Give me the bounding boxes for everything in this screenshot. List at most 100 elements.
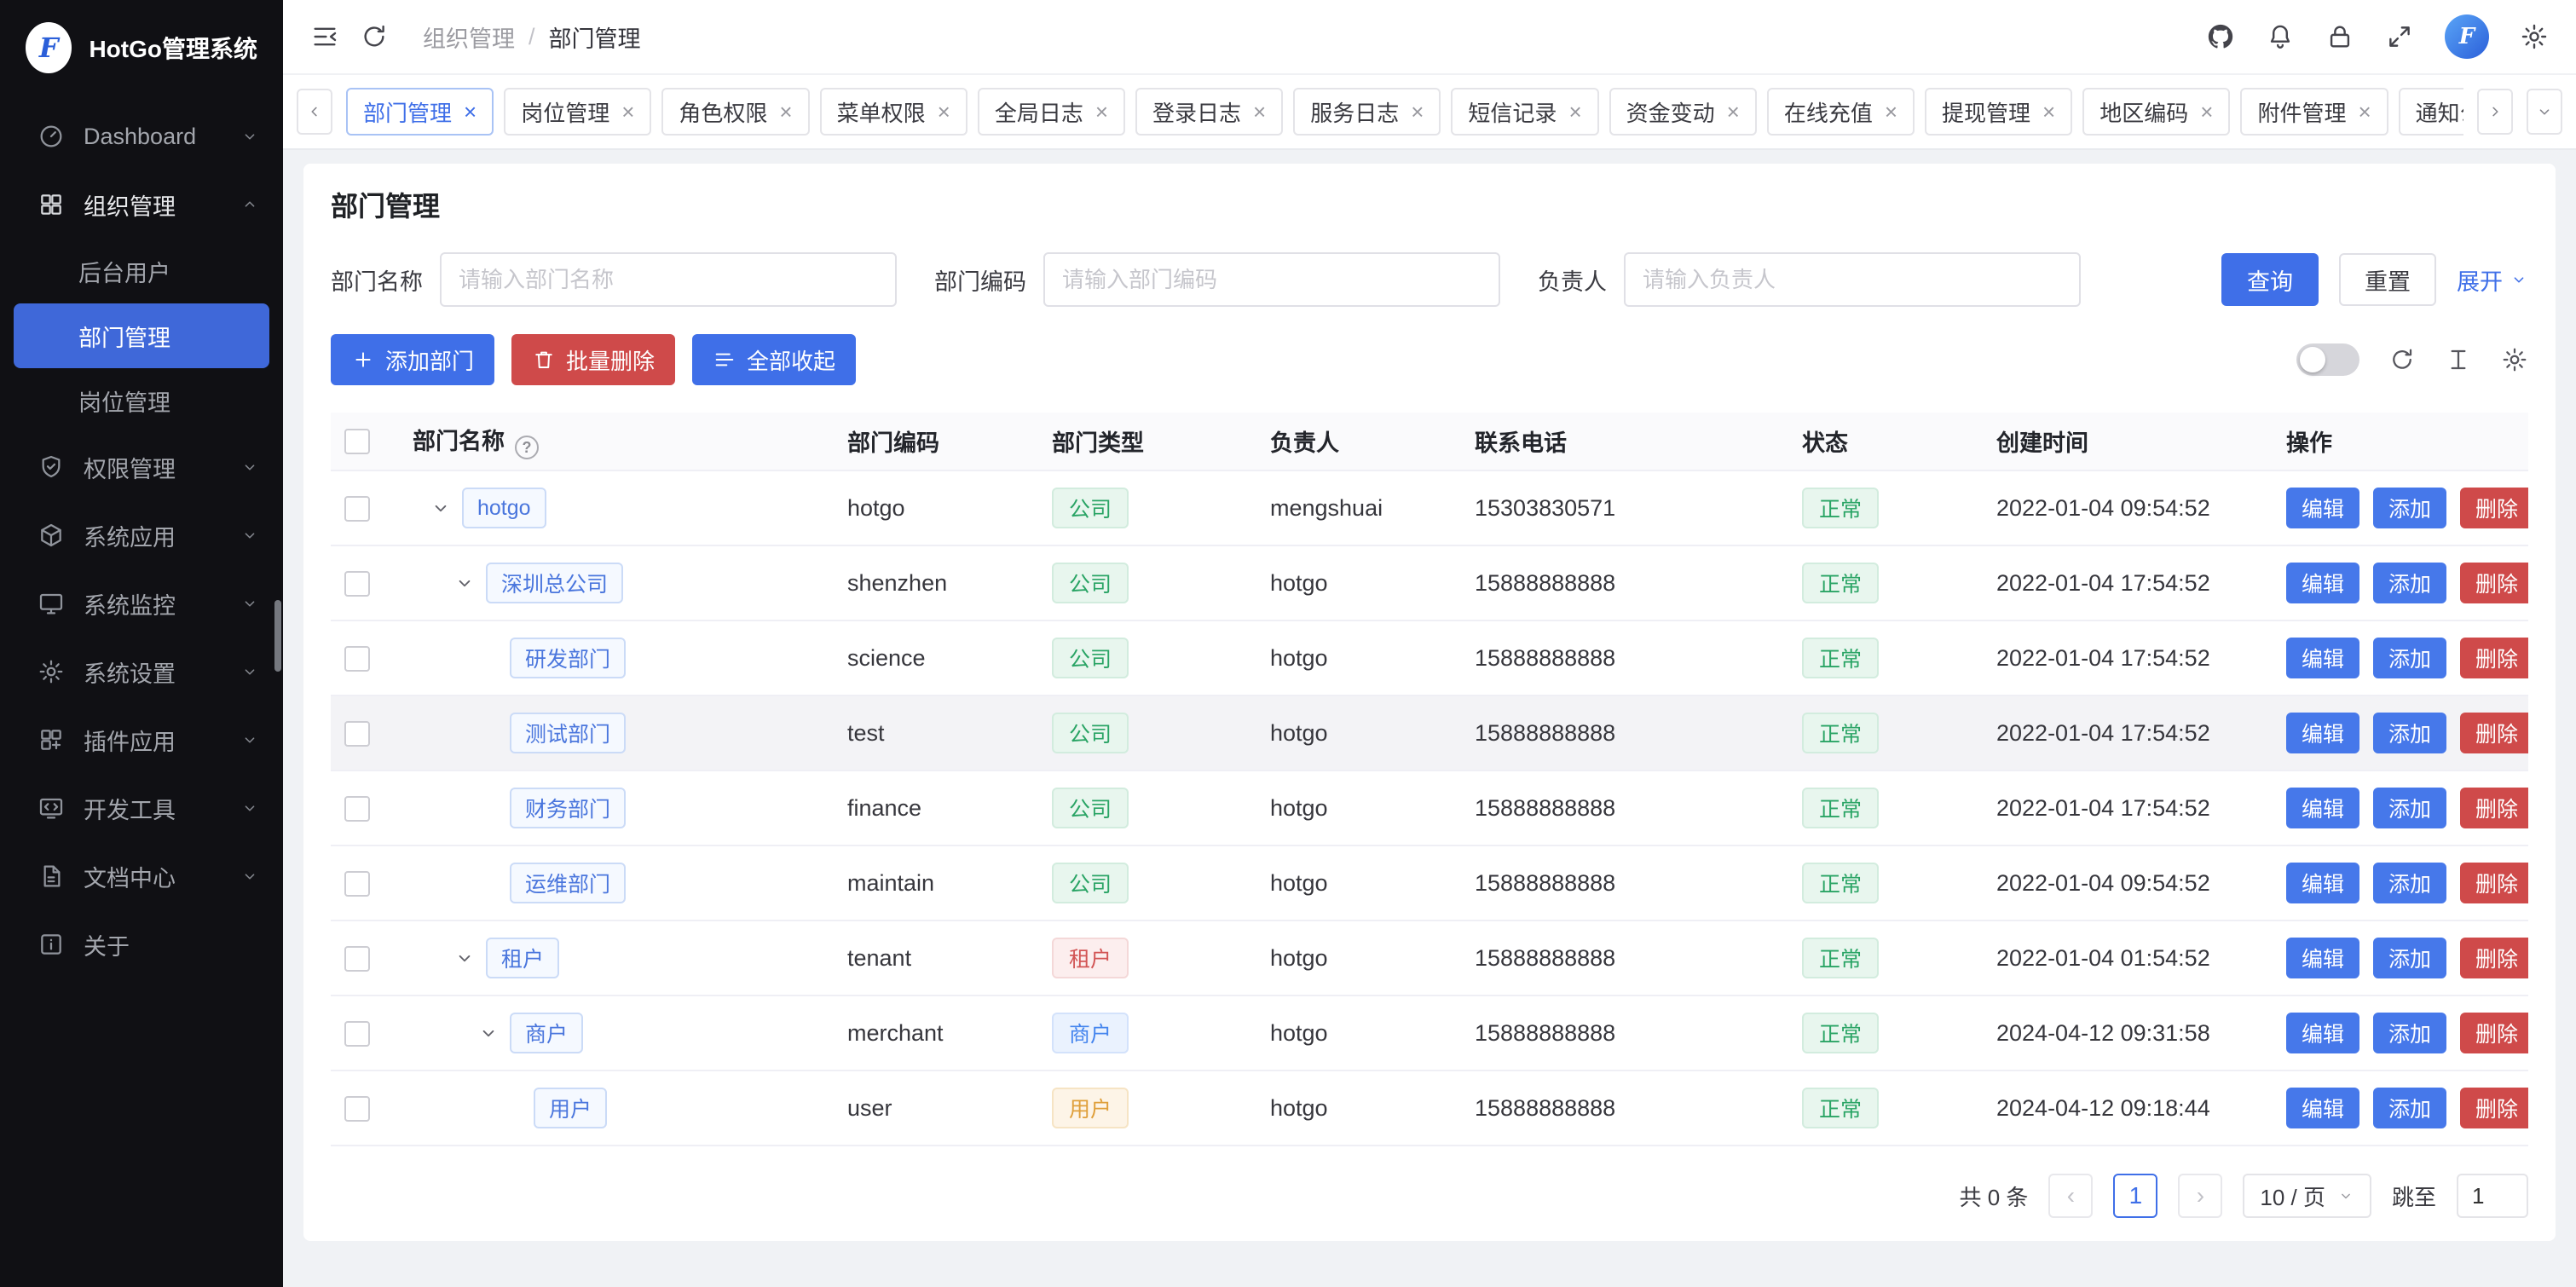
sidebar-item-permission[interactable]: 权限管理 <box>0 433 283 501</box>
tabs-scroll-right-button[interactable] <box>2477 89 2513 135</box>
query-button[interactable]: 查询 <box>2221 253 2319 306</box>
bell-icon[interactable] <box>2266 22 2295 51</box>
add-row-button[interactable]: 添加 <box>2373 638 2446 678</box>
tab-close-icon[interactable]: × <box>1885 101 1897 123</box>
dept-name-tag[interactable]: 财务部门 <box>510 788 626 828</box>
edit-row-button[interactable]: 编辑 <box>2286 1013 2359 1053</box>
sidebar-item-system-app[interactable]: 系统应用 <box>0 501 283 569</box>
current-page-button[interactable]: 1 <box>2113 1174 2157 1218</box>
table-row-science[interactable]: 研发部门 science 公司 hotgo 15888888888 正常 202… <box>331 620 2528 695</box>
prev-page-button[interactable]: ‹ <box>2048 1174 2093 1218</box>
row-checkbox[interactable] <box>344 796 370 822</box>
add-row-button[interactable]: 添加 <box>2373 863 2446 903</box>
tab-close-icon[interactable]: × <box>779 101 792 123</box>
add-row-button[interactable]: 添加 <box>2373 713 2446 753</box>
reload-table-icon[interactable] <box>2388 346 2416 373</box>
add-row-button[interactable]: 添加 <box>2373 1088 2446 1128</box>
dept-name-tag[interactable]: 测试部门 <box>510 713 626 753</box>
tab-8[interactable]: 资金变动 × <box>1609 88 1757 136</box>
table-row-finance[interactable]: 财务部门 finance 公司 hotgo 15888888888 正常 202… <box>331 770 2528 845</box>
tab-close-icon[interactable]: × <box>2358 101 2371 123</box>
edit-row-button[interactable]: 编辑 <box>2286 863 2359 903</box>
delete-row-button[interactable]: 删除 <box>2460 713 2528 753</box>
sidebar-item-dev-tools[interactable]: 开发工具 <box>0 774 283 842</box>
sidebar-item-about[interactable]: 关于 <box>0 910 283 978</box>
reset-button[interactable]: 重置 <box>2339 253 2436 306</box>
delete-row-button[interactable]: 删除 <box>2460 488 2528 528</box>
tab-11[interactable]: 地区编码 × <box>2082 88 2230 136</box>
row-checkbox[interactable] <box>344 571 370 597</box>
dept-name-tag[interactable]: 用户 <box>534 1088 607 1128</box>
tab-close-icon[interactable]: × <box>2042 101 2055 123</box>
tab-7[interactable]: 短信记录 × <box>1451 88 1598 136</box>
edit-row-button[interactable]: 编辑 <box>2286 563 2359 603</box>
sidebar-item-organization[interactable]: 组织管理 <box>0 170 283 239</box>
lock-screen-icon[interactable] <box>2325 22 2354 51</box>
delete-row-button[interactable]: 删除 <box>2460 1013 2528 1053</box>
add-row-button[interactable]: 添加 <box>2373 488 2446 528</box>
dept-name-tag[interactable]: 深圳总公司 <box>486 563 623 603</box>
dept-code-input[interactable] <box>1043 252 1500 307</box>
delete-row-button[interactable]: 删除 <box>2460 938 2528 978</box>
tab-close-icon[interactable]: × <box>1095 101 1108 123</box>
edit-row-button[interactable]: 编辑 <box>2286 713 2359 753</box>
dept-name-tag[interactable]: 商户 <box>510 1013 583 1053</box>
tab-close-icon[interactable]: × <box>1253 101 1266 123</box>
leader-input[interactable] <box>1624 252 2081 307</box>
toggle-switch[interactable] <box>2296 343 2359 376</box>
sidebar-item-plugin-app[interactable]: 插件应用 <box>0 706 283 774</box>
fullscreen-icon[interactable] <box>2385 22 2414 51</box>
tab-6[interactable]: 服务日志 × <box>1293 88 1441 136</box>
tab-close-icon[interactable]: × <box>621 101 634 123</box>
tab-close-icon[interactable]: × <box>1727 101 1740 123</box>
expand-row-icon[interactable] <box>430 497 452 519</box>
delete-row-button[interactable]: 删除 <box>2460 1088 2528 1128</box>
add-row-button[interactable]: 添加 <box>2373 938 2446 978</box>
tab-10[interactable]: 提现管理 × <box>1925 88 2072 136</box>
dept-name-tag[interactable]: hotgo <box>462 488 546 528</box>
user-avatar[interactable]: F <box>2445 14 2489 59</box>
dept-name-tag[interactable]: 运维部门 <box>510 863 626 903</box>
dept-name-input[interactable] <box>440 252 897 307</box>
add-row-button[interactable]: 添加 <box>2373 563 2446 603</box>
row-checkbox[interactable] <box>344 871 370 897</box>
tab-close-icon[interactable]: × <box>1568 101 1581 123</box>
delete-row-button[interactable]: 删除 <box>2460 863 2528 903</box>
add-dept-button[interactable]: 添加部门 <box>331 334 494 385</box>
menu-fold-icon[interactable] <box>310 22 339 51</box>
app-logo[interactable]: F HotGo管理系统 <box>0 0 283 95</box>
edit-row-button[interactable]: 编辑 <box>2286 788 2359 828</box>
row-checkbox[interactable] <box>344 646 370 672</box>
sidebar-item-system-setting[interactable]: 系统设置 <box>0 638 283 706</box>
expand-row-icon[interactable] <box>453 947 476 969</box>
sidebar-item-dashboard[interactable]: Dashboard <box>0 102 283 170</box>
tab-close-icon[interactable]: × <box>2200 101 2213 123</box>
table-row-merchant[interactable]: 商户 merchant 商户 hotgo 15888888888 正常 2024… <box>331 996 2528 1071</box>
table-row-shenzhen[interactable]: 深圳总公司 shenzhen 公司 hotgo 15888888888 正常 2… <box>331 545 2528 620</box>
delete-row-button[interactable]: 删除 <box>2460 788 2528 828</box>
batch-delete-button[interactable]: 批量删除 <box>511 334 675 385</box>
row-checkbox[interactable] <box>344 946 370 972</box>
tab-0[interactable]: 部门管理 × <box>346 88 494 136</box>
breadcrumb-parent[interactable]: 组织管理 <box>423 20 515 54</box>
edit-row-button[interactable]: 编辑 <box>2286 938 2359 978</box>
tab-4[interactable]: 全局日志 × <box>978 88 1125 136</box>
tabs-scroll-left-button[interactable] <box>297 89 332 135</box>
tab-12[interactable]: 附件管理 × <box>2240 88 2388 136</box>
sidebar-subitem-backend-user[interactable]: 后台用户 <box>14 239 269 303</box>
delete-row-button[interactable]: 删除 <box>2460 563 2528 603</box>
tab-close-icon[interactable]: × <box>1411 101 1424 123</box>
table-row-hotgo[interactable]: hotgo hotgo 公司 mengshuai 15303830571 正常 … <box>331 470 2528 545</box>
table-row-test[interactable]: 测试部门 test 公司 hotgo 15888888888 正常 2022-0… <box>331 695 2528 770</box>
sidebar-subitem-dept-manage[interactable]: 部门管理 <box>14 303 269 368</box>
sidebar-subitem-post-manage[interactable]: 岗位管理 <box>14 368 269 433</box>
table-row-tenant[interactable]: 租户 tenant 租户 hotgo 15888888888 正常 2022-0… <box>331 921 2528 996</box>
jump-page-input[interactable] <box>2457 1174 2528 1218</box>
collapse-all-button[interactable]: 全部收起 <box>692 334 856 385</box>
help-icon[interactable]: ? <box>515 436 539 459</box>
add-row-button[interactable]: 添加 <box>2373 1013 2446 1053</box>
tab-5[interactable]: 登录日志 × <box>1135 88 1283 136</box>
column-settings-icon[interactable] <box>2501 346 2528 373</box>
expand-link[interactable]: 展开 <box>2457 263 2528 297</box>
tab-close-icon[interactable]: × <box>938 101 950 123</box>
